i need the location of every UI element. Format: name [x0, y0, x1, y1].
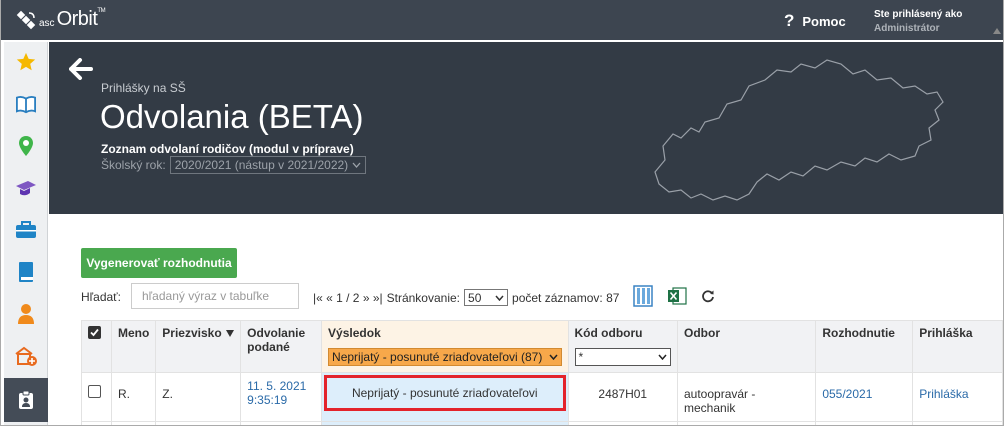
header-odbor[interactable]: Odbor [676, 320, 817, 373]
school-year-label: Školský rok: [101, 158, 166, 172]
slovakia-map-outline [654, 59, 944, 201]
cell-odvolanie[interactable]: 11. 5. 2021 9:35:19 [240, 372, 323, 422]
page-header: Prihlášky na SŠ Odvolania (BETA) Zoznam … [49, 42, 1003, 214]
sidebar [4, 42, 48, 425]
asc-orbit-logo[interactable]: asc OrbitTM [15, 8, 106, 31]
row-select[interactable] [81, 372, 112, 422]
header-priezvisko[interactable]: Priezvisko [155, 320, 242, 373]
header-meno[interactable]: Meno [110, 320, 157, 373]
select-all-checkbox[interactable] [88, 326, 101, 339]
header-prihlaska[interactable]: Prihláška [912, 320, 1003, 373]
cell-kod: 2487H01 [567, 372, 679, 422]
header-rozhodnutie[interactable]: Rozhodnutie [815, 320, 914, 373]
header-select-all[interactable] [81, 320, 112, 373]
search-placeholder: hľadaný výraz v tabuľke [142, 289, 270, 303]
kod-filter-value: * [578, 350, 584, 364]
refresh-icon[interactable] [701, 289, 715, 303]
appeal-time-link[interactable]: 9:35:19 [247, 393, 315, 407]
excel-export-icon[interactable] [667, 286, 687, 306]
sidebar-item-graduation[interactable] [4, 168, 48, 208]
result-highlight[interactable]: Neprijatý - posunuté zriaďovateľovi [324, 375, 566, 411]
page-size-select[interactable]: 50 [464, 289, 509, 306]
cell-meno: R. [110, 372, 157, 422]
header-odvolanie[interactable]: Odvolanie podané [240, 320, 323, 373]
sidebar-item-appeals[interactable] [4, 378, 48, 422]
help-label: Pomoc [802, 13, 846, 29]
appeal-date-link[interactable]: 11. 5. 2021 [247, 379, 315, 393]
table-row[interactable]: R. Z. 11. 5. 2021 9:35:19 Neprijatý - po… [81, 372, 1003, 422]
user-signed-in-label: Ste prihlásený ako [874, 9, 963, 20]
scroll-up-arrow-icon[interactable] [993, 28, 1001, 34]
star-icon [16, 52, 36, 71]
back-arrow-icon[interactable] [69, 58, 93, 80]
open-book-icon [15, 96, 36, 114]
application-link[interactable]: Prihláška [919, 387, 968, 401]
cell-priezvisko: Z. [155, 372, 242, 422]
vysledok-filter-value: Neprijatý - posunuté zriaďovateľovi (87) [332, 350, 543, 364]
chevron-down-icon [352, 162, 361, 168]
book-icon [19, 262, 33, 282]
satellite-icon [16, 10, 36, 29]
sidebar-item-catalog[interactable] [4, 84, 48, 124]
cell-odbor: autoopravár - mechanik [676, 372, 817, 422]
search-label: Hľadať: [81, 290, 122, 304]
header-vysledok[interactable]: Výsledok Neprijatý - posunuté zriaďovate… [321, 320, 569, 373]
decision-link[interactable]: 055/2021 [822, 387, 872, 401]
logo-orbit-text: OrbitTM [56, 8, 106, 30]
vysledok-filter-select[interactable]: Neprijatý - posunuté zriaďovateľovi (87) [328, 348, 562, 366]
clipboard-user-icon [19, 390, 33, 409]
header-kod[interactable]: Kód odboru * [567, 320, 679, 373]
app-window: asc OrbitTM ? Pomoc Ste prihlásený ako A… [0, 0, 1004, 426]
graduation-cap-icon [16, 181, 36, 196]
columns-icon[interactable] [633, 285, 653, 307]
table-header-row: Meno Priezvisko Odvolanie podané Výsledo… [81, 320, 1003, 373]
chevron-down-icon [548, 354, 558, 360]
school-year-row: Školský rok: 2020/2021 (nástup v 2021/20… [101, 156, 367, 174]
generate-decisions-button[interactable]: Vygenerovať rozhodnutia [81, 248, 237, 278]
map-pin-icon [19, 136, 33, 156]
row-checkbox[interactable] [88, 385, 101, 398]
chevron-down-icon [658, 354, 667, 360]
school-add-icon [15, 346, 37, 366]
main-content: Vygenerovať rozhodnutia Hľadať: hľadaný … [49, 214, 1003, 425]
table-tools [633, 285, 715, 307]
records-count: počet záznamov: 87 [512, 290, 620, 305]
page-title: Odvolania (BETA) [100, 98, 364, 135]
sidebar-item-school-add[interactable] [4, 336, 48, 376]
pagination: |« « 1 / 2 » »| Stránkovanie: 50 počet z… [313, 289, 619, 306]
paging-label: Stránkovanie: [386, 290, 461, 305]
cell-rozhodnutie[interactable]: 055/2021 [815, 372, 914, 422]
page-subtitle: Zoznam odvolaní rodičov (modul v príprav… [101, 142, 354, 156]
pager-nav[interactable]: |« « 1 / 2 » »| [313, 291, 383, 305]
sidebar-item-person[interactable] [4, 294, 48, 334]
cell-prihlaska[interactable]: Prihláška [912, 372, 1003, 422]
question-icon: ? [784, 11, 795, 30]
top-bar: asc OrbitTM ? Pomoc Ste prihlásený ako A… [1, 0, 1003, 40]
logo-asc-text: asc [39, 18, 55, 29]
sort-desc-icon [225, 330, 234, 338]
table-row [81, 421, 1003, 425]
help-button[interactable]: ? Pomoc [784, 11, 846, 31]
school-year-value: 2020/2021 (nástup v 2021/2022) [174, 158, 349, 172]
school-year-select[interactable]: 2020/2021 (nástup v 2021/2022) [169, 156, 367, 174]
user-role: Administrátor [874, 23, 940, 34]
sidebar-item-briefcase[interactable] [4, 210, 48, 250]
breadcrumb[interactable]: Prihlášky na SŠ [101, 81, 186, 95]
search-input[interactable]: hľadaný výraz v tabuľke [131, 283, 299, 309]
appeals-table: Meno Priezvisko Odvolanie podané Výsledo… [81, 320, 1003, 425]
chevron-down-icon [495, 295, 504, 301]
sidebar-item-book[interactable] [4, 252, 48, 292]
kod-filter-select[interactable]: * [574, 348, 671, 366]
sidebar-item-favorites[interactable] [4, 42, 48, 82]
user-menu[interactable]: Ste prihlásený ako Administrátor [874, 8, 962, 36]
person-icon [18, 304, 34, 324]
sidebar-item-map[interactable] [4, 126, 48, 166]
cell-vysledok[interactable]: Neprijatý - posunuté zriaďovateľovi [321, 372, 569, 422]
briefcase-icon [16, 221, 36, 238]
page-size-value: 50 [468, 290, 482, 305]
